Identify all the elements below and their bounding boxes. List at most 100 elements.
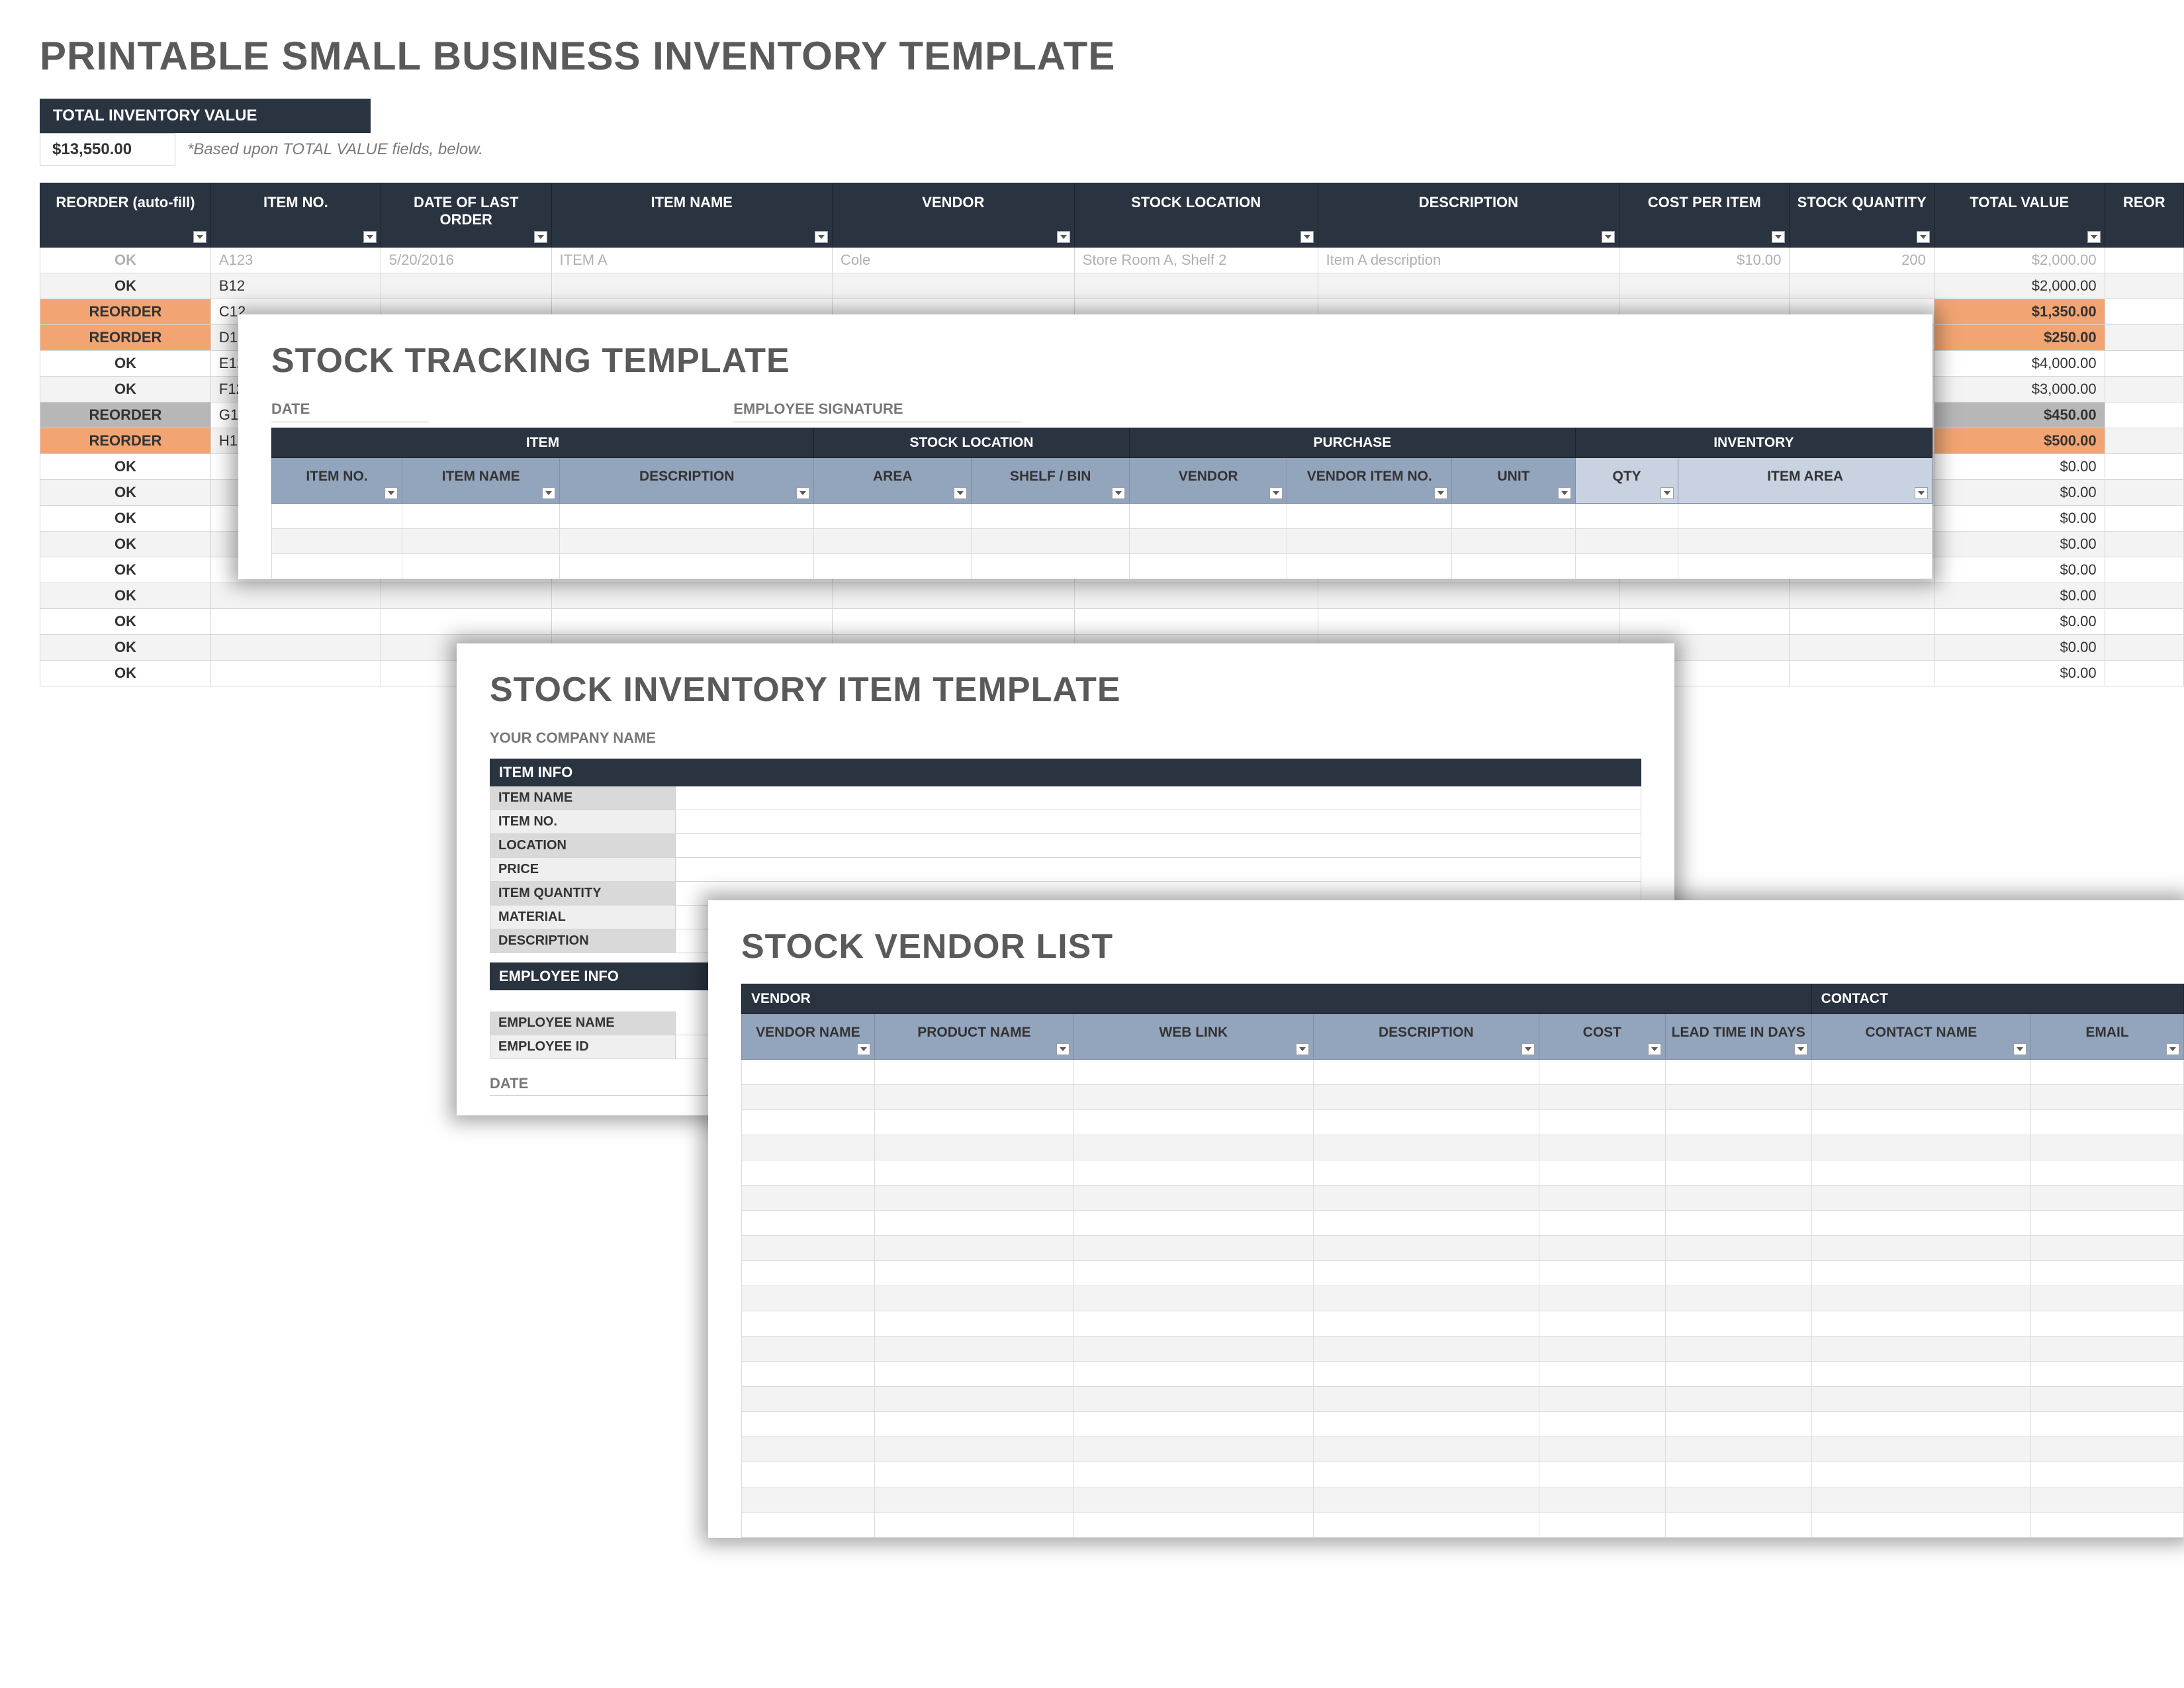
tracking-row[interactable]	[272, 529, 1933, 554]
inventory-cell[interactable]: REORDER	[40, 428, 211, 454]
vendor-cell[interactable]	[1313, 1160, 1539, 1186]
vendor-cell[interactable]	[1313, 1462, 1539, 1487]
inventory-cell[interactable]	[2105, 299, 2183, 325]
tracking-cell[interactable]	[560, 554, 814, 579]
inventory-header-cell[interactable]: COST PER ITEM	[1619, 183, 1790, 248]
vendor-row[interactable]	[742, 1261, 2184, 1286]
vendor-cell[interactable]	[742, 1085, 875, 1110]
tracking-row[interactable]	[272, 504, 1933, 529]
vendor-cell[interactable]	[874, 1412, 1073, 1437]
inventory-cell[interactable]	[1619, 609, 1790, 635]
tracking-cell[interactable]	[272, 554, 402, 579]
vendor-column-header[interactable]: PRODUCT NAME	[874, 1014, 1073, 1060]
vendor-cell[interactable]	[2031, 1135, 2184, 1160]
vendor-cell[interactable]	[1074, 1286, 1313, 1311]
inventory-cell[interactable]	[2105, 661, 2183, 686]
filter-dropdown-icon[interactable]	[2013, 1043, 2026, 1055]
filter-dropdown-icon[interactable]	[363, 231, 377, 243]
vendor-cell[interactable]	[1539, 1286, 1665, 1311]
vendor-row[interactable]	[742, 1387, 2184, 1412]
filter-dropdown-icon[interactable]	[1269, 487, 1283, 499]
inventory-cell[interactable]	[833, 609, 1075, 635]
vendor-cell[interactable]	[1665, 1412, 1811, 1437]
vendor-cell[interactable]	[1313, 1437, 1539, 1462]
vendor-cell[interactable]	[1074, 1160, 1313, 1186]
vendor-cell[interactable]	[1313, 1387, 1539, 1412]
vendor-cell[interactable]	[1811, 1236, 2030, 1261]
inventory-cell[interactable]	[2105, 635, 2183, 661]
vendor-cell[interactable]	[2031, 1362, 2184, 1387]
vendor-row[interactable]	[742, 1336, 2184, 1362]
vendor-cell[interactable]	[742, 1160, 875, 1186]
vendor-cell[interactable]	[1074, 1311, 1313, 1336]
vendor-cell[interactable]	[742, 1487, 875, 1513]
vendor-row[interactable]	[742, 1462, 2184, 1487]
inventory-cell[interactable]: Item A description	[1318, 248, 1619, 273]
vendor-cell[interactable]	[742, 1110, 875, 1135]
vendor-cell[interactable]	[2031, 1211, 2184, 1236]
inventory-row[interactable]: OK$0.00	[40, 609, 2184, 635]
vendor-cell[interactable]	[1074, 1236, 1313, 1261]
filter-dropdown-icon[interactable]	[1300, 231, 1314, 243]
inventory-cell[interactable]	[1074, 273, 1318, 299]
inventory-header-cell[interactable]: STOCK LOCATION	[1074, 183, 1318, 248]
vendor-cell[interactable]	[2031, 1412, 2184, 1437]
vendor-cell[interactable]	[2031, 1236, 2184, 1261]
vendor-cell[interactable]	[1665, 1186, 1811, 1211]
inventory-header-cell[interactable]: ITEM NO.	[210, 183, 381, 248]
vendor-cell[interactable]	[742, 1135, 875, 1160]
filter-dropdown-icon[interactable]	[1917, 231, 1930, 243]
inventory-cell[interactable]: Cole	[833, 248, 1075, 273]
vendor-cell[interactable]	[1665, 1286, 1811, 1311]
tracking-cell[interactable]	[1129, 554, 1287, 579]
vendor-column-header[interactable]: CONTACT NAME	[1811, 1014, 2030, 1060]
vendor-cell[interactable]	[2031, 1160, 2184, 1186]
vendor-cell[interactable]	[1665, 1211, 1811, 1236]
vendor-cell[interactable]	[1313, 1336, 1539, 1362]
vendor-cell[interactable]	[1313, 1236, 1539, 1261]
vendor-cell[interactable]	[1811, 1110, 2030, 1135]
inventory-cell[interactable]: $10.00	[1619, 248, 1790, 273]
vendor-cell[interactable]	[1811, 1060, 2030, 1085]
tracking-cell[interactable]	[1287, 529, 1452, 554]
vendor-cell[interactable]	[1313, 1311, 1539, 1336]
inventory-cell[interactable]: $2,000.00	[1934, 273, 2105, 299]
vendor-cell[interactable]	[742, 1286, 875, 1311]
inventory-header-cell[interactable]: VENDOR	[833, 183, 1075, 248]
inventory-cell[interactable]: OK	[40, 532, 211, 557]
filter-dropdown-icon[interactable]	[1915, 487, 1928, 499]
tracking-column-header[interactable]: VENDOR	[1129, 458, 1287, 504]
vendor-cell[interactable]	[874, 1513, 1073, 1538]
filter-dropdown-icon[interactable]	[1112, 487, 1125, 499]
vendor-cell[interactable]	[874, 1336, 1073, 1362]
filter-dropdown-icon[interactable]	[385, 487, 398, 499]
inventory-cell[interactable]: OK	[40, 273, 211, 299]
vendor-cell[interactable]	[1665, 1336, 1811, 1362]
vendor-cell[interactable]	[1811, 1487, 2030, 1513]
vendor-cell[interactable]	[1811, 1336, 2030, 1362]
vendor-cell[interactable]	[742, 1236, 875, 1261]
inventory-cell[interactable]	[381, 583, 551, 609]
inventory-cell[interactable]: $2,000.00	[1934, 248, 2105, 273]
inventory-cell[interactable]	[1318, 273, 1619, 299]
tracking-column-header[interactable]: ITEM AREA	[1678, 458, 1933, 504]
vendor-cell[interactable]	[1313, 1362, 1539, 1387]
vendor-cell[interactable]	[2031, 1085, 2184, 1110]
vendor-cell[interactable]	[1313, 1186, 1539, 1211]
tracking-column-header[interactable]: ITEM NAME	[402, 458, 559, 504]
inventory-cell[interactable]: B12	[210, 273, 381, 299]
inventory-cell[interactable]: ITEM A	[551, 248, 832, 273]
vendor-cell[interactable]	[1539, 1513, 1665, 1538]
vendor-cell[interactable]	[1539, 1186, 1665, 1211]
vendor-cell[interactable]	[742, 1412, 875, 1437]
inventory-cell[interactable]: OK	[40, 557, 211, 583]
tracking-cell[interactable]	[402, 529, 559, 554]
tracking-cell[interactable]	[814, 529, 972, 554]
vendor-cell[interactable]	[874, 1135, 1073, 1160]
vendor-cell[interactable]	[1539, 1261, 1665, 1286]
vendor-cell[interactable]	[742, 1211, 875, 1236]
vendor-cell[interactable]	[1539, 1437, 1665, 1462]
vendor-column-header[interactable]: COST	[1539, 1014, 1665, 1060]
vendor-column-header[interactable]: DESCRIPTION	[1313, 1014, 1539, 1060]
filter-dropdown-icon[interactable]	[2087, 231, 2101, 243]
